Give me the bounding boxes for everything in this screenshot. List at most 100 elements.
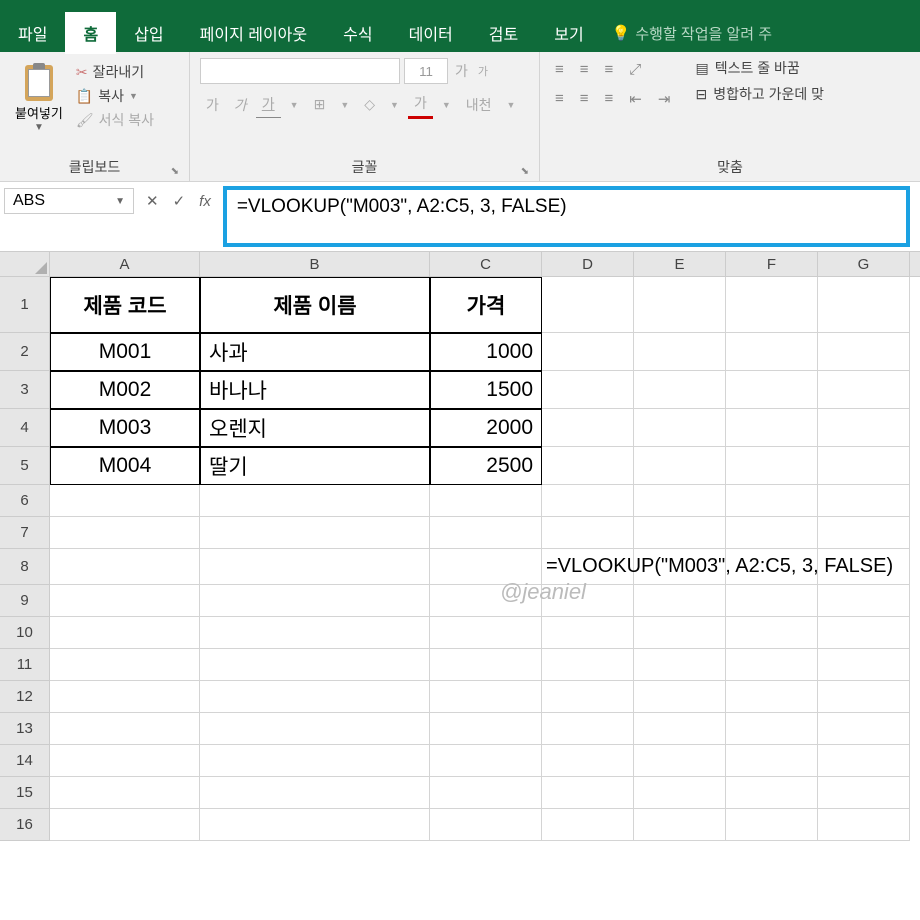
cell[interactable] [634, 277, 726, 333]
column-header[interactable]: D [542, 252, 634, 276]
tab-view[interactable]: 보기 [536, 12, 601, 54]
cell[interactable] [634, 649, 726, 681]
cell[interactable] [634, 517, 726, 549]
cell[interactable] [818, 333, 910, 371]
tab-formulas[interactable]: 수식 [325, 12, 390, 54]
table-data-cell[interactable]: 사과 [200, 333, 430, 371]
underline-button[interactable]: 가 [256, 91, 281, 118]
cut-button[interactable]: ✂ 잘라내기 [76, 62, 154, 82]
row-header[interactable]: 9 [0, 585, 50, 617]
cell[interactable] [818, 485, 910, 517]
cell[interactable] [200, 649, 430, 681]
table-data-cell[interactable]: 1000 [430, 333, 542, 371]
column-header[interactable]: A [50, 252, 200, 276]
cell[interactable] [634, 371, 726, 409]
chevron-down-icon[interactable]: ▼ [115, 196, 125, 207]
cell[interactable] [200, 745, 430, 777]
cell[interactable] [542, 447, 634, 485]
table-data-cell[interactable]: 1500 [430, 371, 542, 409]
cell[interactable] [634, 681, 726, 713]
cell[interactable] [726, 777, 818, 809]
cell[interactable] [818, 409, 910, 447]
increase-font-icon[interactable]: 가 [452, 61, 471, 81]
cell[interactable] [430, 809, 542, 841]
font-size-select[interactable] [404, 58, 448, 84]
cell[interactable] [726, 371, 818, 409]
cell[interactable] [634, 585, 726, 617]
column-header[interactable]: C [430, 252, 542, 276]
name-box[interactable]: ABS ▼ [4, 188, 134, 214]
decrease-indent-button[interactable]: ⇤ [624, 87, 647, 111]
cell[interactable] [200, 517, 430, 549]
cell[interactable] [818, 777, 910, 809]
tab-review[interactable]: 검토 [471, 12, 536, 54]
cell[interactable] [200, 617, 430, 649]
row-header[interactable]: 3 [0, 371, 50, 409]
cell[interactable] [430, 585, 542, 617]
font-color-button[interactable]: 가 [408, 90, 433, 119]
cell[interactable] [200, 549, 430, 585]
cancel-formula-icon[interactable]: ✕ [146, 192, 159, 210]
column-header[interactable]: B [200, 252, 430, 276]
cell[interactable] [430, 617, 542, 649]
decrease-font-icon[interactable]: 가 [475, 63, 491, 79]
tab-insert[interactable]: 삽입 [116, 12, 181, 54]
cell[interactable] [430, 485, 542, 517]
copy-button[interactable]: 📋 복사 ▼ [76, 86, 154, 106]
cell[interactable] [200, 713, 430, 745]
table-header-cell[interactable]: 가격 [430, 277, 542, 333]
cell[interactable] [726, 681, 818, 713]
cell[interactable] [430, 649, 542, 681]
cell[interactable] [50, 713, 200, 745]
cell[interactable] [50, 585, 200, 617]
dialog-launcher-icon[interactable]: ⬊ [521, 166, 529, 177]
cell[interactable] [726, 809, 818, 841]
cell[interactable] [542, 371, 634, 409]
table-data-cell[interactable]: 바나나 [200, 371, 430, 409]
row-header[interactable]: 7 [0, 517, 50, 549]
cell[interactable] [634, 713, 726, 745]
cell[interactable] [726, 277, 818, 333]
cell[interactable] [50, 485, 200, 517]
align-right-button[interactable]: ≡ [600, 87, 619, 111]
cell[interactable] [726, 617, 818, 649]
cell[interactable] [818, 713, 910, 745]
cell[interactable] [200, 485, 430, 517]
cell[interactable] [818, 277, 910, 333]
cell[interactable] [430, 713, 542, 745]
font-name-select[interactable] [200, 58, 400, 84]
tab-file[interactable]: 파일 [0, 12, 65, 54]
cells-area[interactable]: @jeaniel 제품 코드제품 이름가격M001사과1000M002바나나15… [50, 277, 910, 841]
cell[interactable] [200, 777, 430, 809]
cell[interactable] [634, 809, 726, 841]
cell[interactable] [726, 649, 818, 681]
italic-button[interactable]: 가 [228, 92, 253, 118]
row-header[interactable]: 5 [0, 447, 50, 485]
cell[interactable] [726, 485, 818, 517]
cell[interactable] [726, 409, 818, 447]
align-center-button[interactable]: ≡ [575, 87, 594, 111]
table-data-cell[interactable]: 오렌지 [200, 409, 430, 447]
cell[interactable] [50, 745, 200, 777]
table-data-cell[interactable]: M003 [50, 409, 200, 447]
phonetic-button[interactable]: 내천 [460, 92, 498, 118]
row-header[interactable]: 2 [0, 333, 50, 371]
cell[interactable] [200, 585, 430, 617]
insert-function-icon[interactable]: fx [199, 193, 211, 210]
cell[interactable] [50, 681, 200, 713]
row-header[interactable]: 4 [0, 409, 50, 447]
cell[interactable] [634, 447, 726, 485]
cell[interactable] [634, 745, 726, 777]
row-header[interactable]: 1 [0, 277, 50, 333]
align-bottom-button[interactable]: ≡ [600, 58, 619, 81]
cell[interactable] [726, 745, 818, 777]
border-button[interactable]: ⊞ [308, 93, 332, 116]
cell[interactable] [634, 409, 726, 447]
cell[interactable] [542, 617, 634, 649]
column-header[interactable]: G [818, 252, 910, 276]
table-data-cell[interactable]: M004 [50, 447, 200, 485]
orientation-button[interactable]: ⤢ [624, 58, 646, 81]
row-header[interactable]: 11 [0, 649, 50, 681]
cell[interactable] [818, 649, 910, 681]
wrap-text-button[interactable]: ▤ 텍스트 줄 바꿈 [695, 58, 824, 78]
